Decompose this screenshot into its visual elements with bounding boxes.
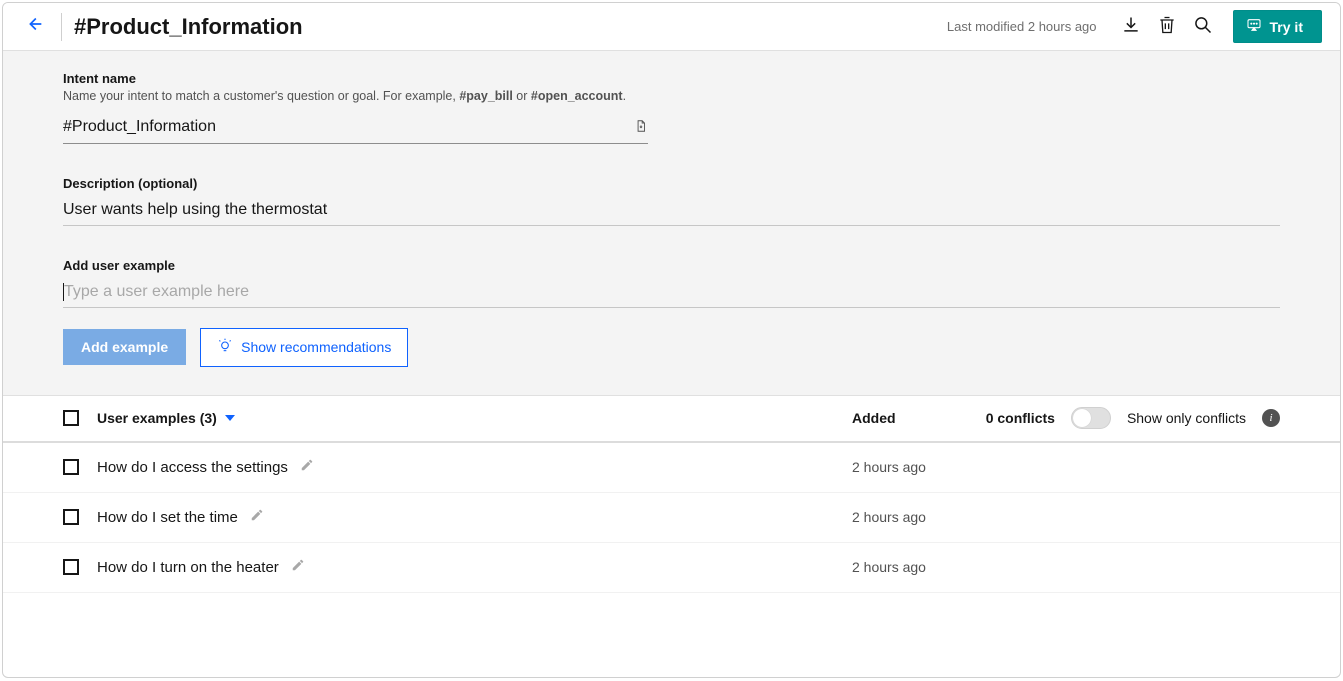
- intent-form: Intent name Name your intent to match a …: [3, 51, 1340, 395]
- search-icon: [1193, 15, 1213, 38]
- edit-button[interactable]: [300, 458, 314, 476]
- add-example-button[interactable]: Add example: [63, 329, 186, 365]
- show-only-conflicts-label: Show only conflicts: [1127, 410, 1246, 426]
- add-example-label: Add user example: [63, 258, 1280, 273]
- example-button-row: Add example Show recommendations: [63, 328, 1280, 367]
- intent-name-input[interactable]: [63, 118, 634, 136]
- example-text-cell: How do I access the settings: [97, 458, 852, 476]
- user-examples-column-header[interactable]: User examples (3): [97, 410, 852, 426]
- try-it-label: Try it: [1270, 19, 1303, 35]
- intent-name-input-wrapper: [63, 112, 648, 144]
- intent-name-group: Intent name Name your intent to match a …: [63, 71, 648, 144]
- example-text-cell: How do I set the time: [97, 508, 852, 526]
- table-header: User examples (3) Added 0 conflicts Show…: [3, 395, 1340, 443]
- download-button[interactable]: [1113, 15, 1149, 38]
- divider: [61, 13, 62, 41]
- pencil-icon: [300, 459, 314, 476]
- arrow-left-icon: [23, 13, 45, 41]
- edit-button[interactable]: [250, 508, 264, 526]
- show-only-conflicts-toggle[interactable]: [1071, 407, 1111, 429]
- intent-name-label: Intent name: [63, 71, 648, 86]
- page-header: #Product_Information Last modified 2 hou…: [3, 3, 1340, 51]
- table-header-right: 0 conflicts Show only conflicts i: [980, 407, 1280, 429]
- row-checkbox[interactable]: [63, 459, 79, 475]
- delete-button[interactable]: [1149, 15, 1185, 38]
- row-checkbox[interactable]: [63, 559, 79, 575]
- pencil-icon: [250, 509, 264, 526]
- intent-name-help: Name your intent to match a customer's q…: [63, 87, 648, 106]
- add-example-group: Add user example: [63, 258, 1280, 308]
- pencil-icon: [291, 559, 305, 576]
- added-cell: 2 hours ago: [852, 559, 980, 575]
- page-title: #Product_Information: [74, 14, 947, 40]
- try-it-button[interactable]: Try it: [1233, 10, 1322, 43]
- last-modified-text: Last modified 2 hours ago: [947, 19, 1097, 34]
- trash-icon: [1157, 15, 1177, 38]
- added-cell: 2 hours ago: [852, 459, 980, 475]
- description-group: Description (optional) User wants help u…: [63, 176, 1280, 226]
- example-text-cell: How do I turn on the heater: [97, 558, 852, 576]
- lightbulb-icon: [217, 338, 233, 357]
- added-column-header[interactable]: Added: [852, 410, 980, 426]
- document-icon: [634, 118, 648, 137]
- conflicts-count: 0 conflicts: [986, 410, 1055, 426]
- info-icon[interactable]: i: [1262, 409, 1280, 427]
- edit-button[interactable]: [291, 558, 305, 576]
- chat-icon: [1246, 17, 1262, 36]
- intent-detail-panel: #Product_Information Last modified 2 hou…: [2, 2, 1341, 678]
- toggle-knob: [1073, 409, 1091, 427]
- back-button[interactable]: [13, 9, 55, 45]
- examples-table: User examples (3) Added 0 conflicts Show…: [3, 395, 1340, 593]
- sort-descending-icon: [225, 415, 235, 421]
- download-icon: [1121, 15, 1141, 38]
- show-recommendations-label: Show recommendations: [241, 339, 391, 355]
- show-recommendations-button[interactable]: Show recommendations: [200, 328, 408, 367]
- added-cell: 2 hours ago: [852, 509, 980, 525]
- example-input-wrapper: [63, 277, 1280, 308]
- select-all-checkbox[interactable]: [63, 410, 79, 426]
- search-button[interactable]: [1185, 15, 1221, 38]
- table-row[interactable]: How do I turn on the heater 2 hours ago: [3, 543, 1340, 593]
- description-input[interactable]: User wants help using the thermostat: [63, 195, 1280, 226]
- table-row[interactable]: How do I set the time 2 hours ago: [3, 493, 1340, 543]
- description-label: Description (optional): [63, 176, 1280, 191]
- table-row[interactable]: How do I access the settings 2 hours ago: [3, 443, 1340, 493]
- row-checkbox[interactable]: [63, 509, 79, 525]
- example-input[interactable]: [63, 283, 1280, 301]
